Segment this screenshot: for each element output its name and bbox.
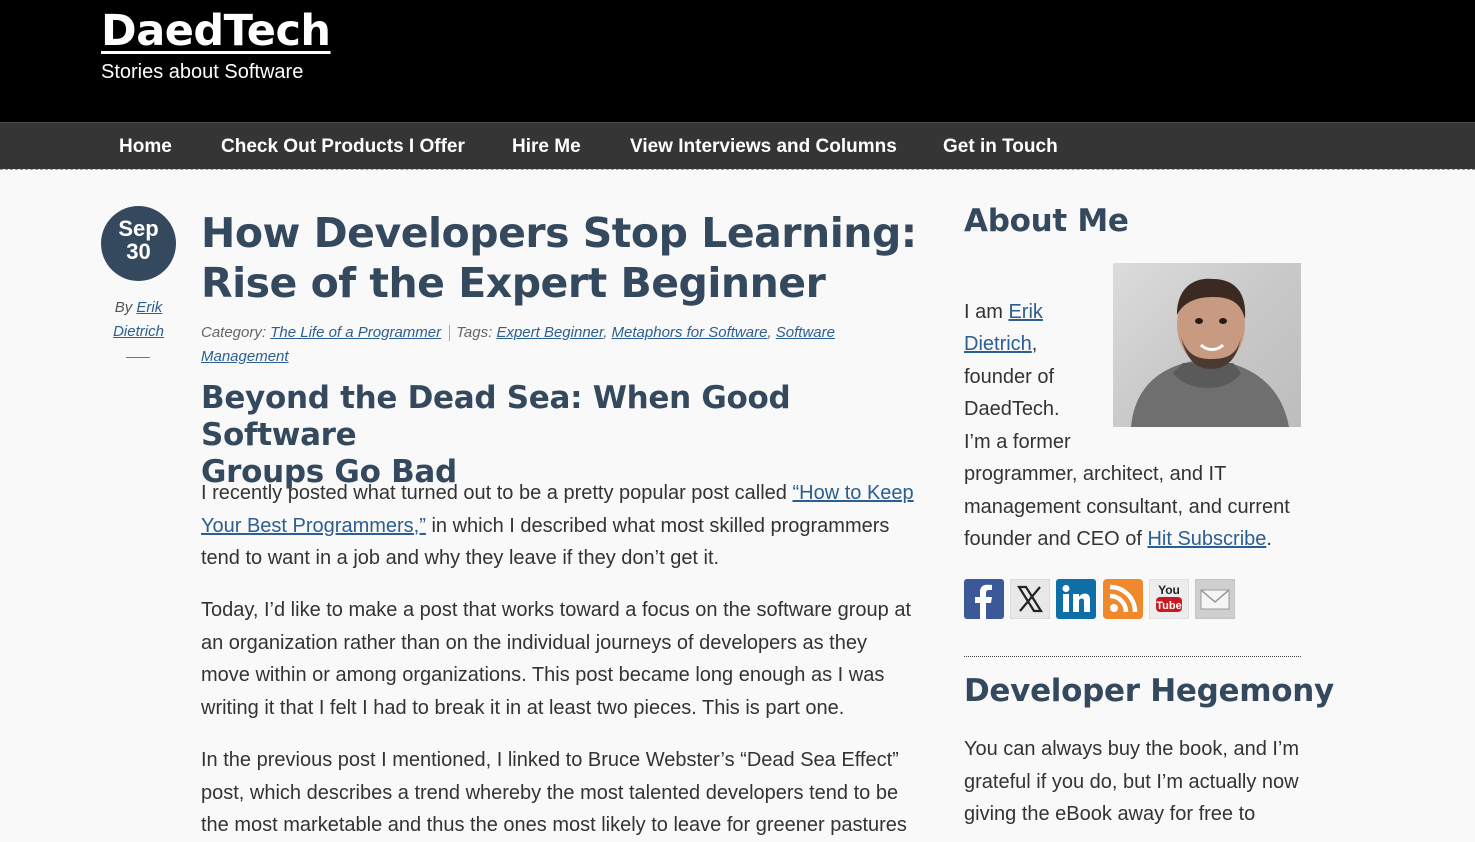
p1-text-before: I recently posted what turned out to be …	[201, 482, 793, 504]
sidebar-divider	[964, 656, 1301, 657]
nav-item-interviews[interactable]: View Interviews and Columns	[630, 136, 897, 158]
nav-item-products[interactable]: Check Out Products I Offer	[221, 136, 465, 158]
site-tagline: Stories about Software	[101, 61, 304, 83]
post-subtitle: Beyond the Dead Sea: When Good Software …	[201, 380, 921, 491]
post-subtitle-line-1: Beyond the Dead Sea: When Good Software	[201, 380, 791, 453]
tag-link-management[interactable]: Management	[201, 348, 289, 365]
category-link[interactable]: The Life of a Programmer	[270, 324, 441, 341]
nav-item-home[interactable]: Home	[119, 136, 172, 158]
about-line-1: I am Erik	[964, 296, 1043, 329]
svg-text:Tube: Tube	[1156, 600, 1181, 612]
about-line-8-text: founder and CEO of	[964, 528, 1148, 550]
post-date-month: Sep	[118, 216, 159, 241]
nav-item-contact[interactable]: Get in Touch	[943, 136, 1058, 158]
about-line-4: DaedTech.	[964, 398, 1060, 420]
svg-text:You: You	[1158, 583, 1180, 597]
post-byline: By Erik Dietrich	[101, 296, 176, 344]
tag-link-metaphors[interactable]: Metaphors for Software	[612, 324, 768, 341]
email-icon[interactable]	[1194, 578, 1236, 620]
x-icon[interactable]	[1009, 578, 1051, 620]
about-name-link-first[interactable]: Erik	[1008, 301, 1042, 323]
hit-subscribe-link[interactable]: Hit Subscribe	[1147, 528, 1266, 550]
youtube-icon[interactable]: You Tube	[1148, 578, 1190, 620]
post-title-line-1: How Developers Stop Learning:	[201, 209, 917, 257]
category-label: Category:	[201, 324, 267, 341]
post-date-day: 30	[126, 239, 151, 264]
about-line-5: I’m a former	[964, 431, 1071, 453]
nav-item-hire-me[interactable]: Hire Me	[512, 136, 581, 158]
site-header: DaedTech Stories about Software	[0, 0, 1475, 122]
post-title-line-2: Rise of the Expert Beginner	[201, 259, 826, 307]
post-title: How Developers Stop Learning: Rise of th…	[201, 208, 921, 308]
post-meta: Category: The Life of a Programmer Tags: …	[201, 324, 835, 365]
about-name-link-last[interactable]: Dietrich	[964, 333, 1032, 355]
about-line-6: programmer, architect, and IT	[964, 463, 1227, 485]
hegemony-line-1: You can always buy the book, and I’m	[964, 738, 1300, 760]
meta-separator	[449, 325, 451, 342]
about-line-3: founder of	[964, 366, 1055, 388]
post-paragraph-1: I recently posted what turned out to be …	[201, 477, 916, 575]
tag-link-expert-beginner[interactable]: Expert Beginner	[496, 324, 603, 341]
author-link-first[interactable]: Erik	[136, 299, 162, 316]
about-line-2: Dietrich,	[964, 333, 1038, 355]
linkedin-icon[interactable]	[1056, 579, 1096, 619]
about-line-8: founder and CEO of Hit Subscribe.	[964, 528, 1272, 550]
main-nav: Home Check Out Products I Offer Hire Me …	[0, 122, 1475, 169]
tags-label: Tags:	[456, 324, 493, 341]
hegemony-line-2: grateful if you do, but I’m actually now	[964, 771, 1299, 793]
developer-hegemony-heading: Developer Hegemony	[964, 673, 1334, 709]
byline-prefix: By	[114, 299, 133, 316]
nav-divider	[0, 169, 1475, 170]
post-paragraph-2: Today, I’d like to make a post that work…	[201, 599, 911, 719]
tag-link-software[interactable]: Software	[776, 324, 835, 341]
post-paragraph-3: In the previous post I mentioned, I link…	[201, 749, 907, 836]
rss-icon[interactable]	[1103, 579, 1143, 619]
about-line-7: management consultant, and current	[964, 496, 1290, 518]
facebook-icon[interactable]	[964, 579, 1004, 619]
about-me-heading: About Me	[964, 203, 1129, 239]
author-photo-illustration	[1131, 278, 1289, 427]
author-photo	[1113, 263, 1301, 427]
hegemony-line-3: giving the eBook away for free to	[964, 803, 1256, 825]
site-title-link[interactable]: DaedTech	[101, 6, 331, 56]
post-date-badge: Sep 30	[101, 206, 176, 281]
about-intro: I am	[964, 301, 1009, 323]
byline-divider	[126, 357, 150, 358]
author-link-last[interactable]: Dietrich	[113, 323, 164, 340]
